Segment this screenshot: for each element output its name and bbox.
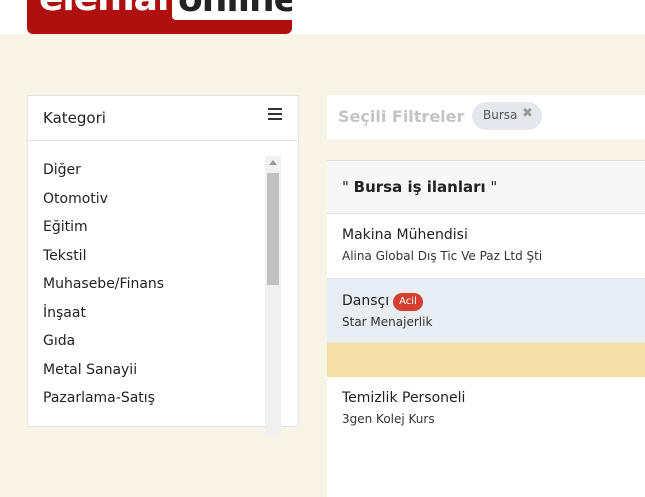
job-title[interactable]: Makina Mühendisi [342,227,468,243]
category-item-muhasebe-finans[interactable]: Muhasebe/Finans [28,270,268,299]
filter-tag-label: Bursa [483,108,518,122]
category-header: Kategori [28,96,298,141]
highlight-band [327,343,645,377]
category-item-pazarlama-satis[interactable]: Pazarlama-Satış [28,384,268,413]
heading-close-quote: " [485,178,498,196]
category-item-diger[interactable]: Diğer [28,156,268,185]
job-listings: " Bursa iş ilanları " Makina Mühendisi A… [327,160,645,497]
listings-heading: " Bursa iş ilanları " [342,178,497,196]
category-item-insaat[interactable]: İnşaat [28,299,268,328]
site-logo[interactable]: eleman online [27,0,292,34]
category-panel: Kategori Diğer Otomotiv Eğitim Tekstil M… [27,95,299,436]
job-company: Star Menajerlik [342,315,433,329]
remove-filter-icon[interactable]: ✖ [522,106,533,121]
category-list: Diğer Otomotiv Eğitim Tekstil Muhasebe/F… [28,156,268,413]
top-bar: eleman online [0,0,645,34]
category-title: Kategori [43,109,106,127]
job-listing-row[interactable]: Dansçı Acil Star Menajerlik [327,279,645,343]
job-company: 3gen Kolej Kurs [342,412,435,426]
job-title[interactable]: Temizlik Personeli [342,390,465,406]
urgent-badge: Acil [393,293,423,311]
listings-header: " Bursa iş ilanları " [327,161,645,214]
job-listing-row[interactable]: Temizlik Personeli 3gen Kolej Kurs [327,377,645,497]
category-item-egitim[interactable]: Eğitim [28,213,268,242]
heading-open-quote: " [342,178,354,196]
selected-filters-bar: Seçili Filtreler Bursa ✖ [327,95,645,139]
job-company: Alina Global Dış Tic Ve Paz Ltd Şti [342,249,543,263]
job-title-with-badge[interactable]: Dansçı Acil [342,293,423,311]
category-item-otomotiv[interactable]: Otomotiv [28,185,268,214]
logo-word-eleman: eleman [39,0,183,19]
job-listing-row[interactable]: Makina Mühendisi Alina Global Dış Tic Ve… [327,214,645,279]
selected-filters-title: Seçili Filtreler [338,107,465,126]
category-item-gida[interactable]: Gıda [28,327,268,356]
job-title[interactable]: Dansçı [342,293,389,309]
scrollbar-thumb[interactable] [267,173,279,285]
category-item-tekstil[interactable]: Tekstil [28,242,268,271]
filter-tag-bursa[interactable]: Bursa ✖ [472,102,542,130]
logo-word-online: online [172,0,292,20]
hamburger-menu-icon[interactable] [268,108,282,120]
category-scrollbar[interactable] [265,156,281,436]
heading-text: Bursa iş ilanları [353,178,486,196]
scroll-up-arrow-icon[interactable] [269,160,277,165]
category-item-metal-sanayii[interactable]: Metal Sanayii [28,356,268,385]
